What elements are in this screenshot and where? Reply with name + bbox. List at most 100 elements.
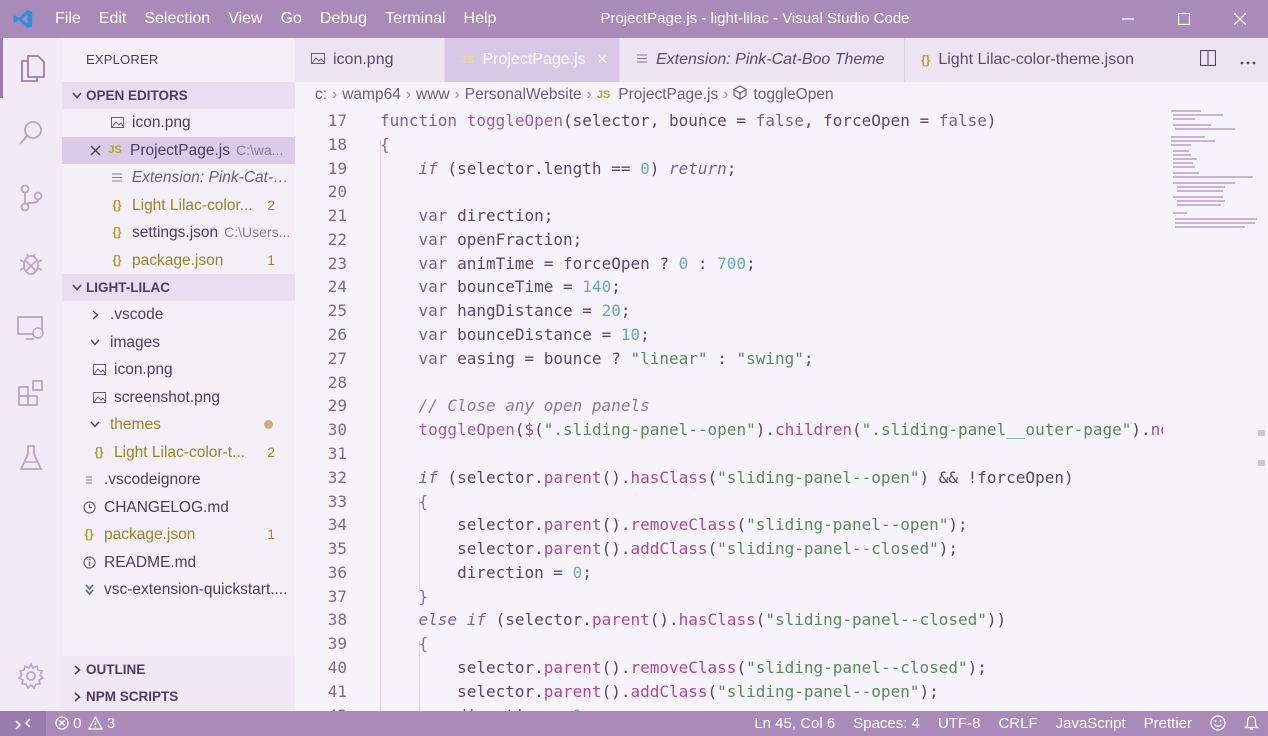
menu-terminal[interactable]: Terminal xyxy=(376,0,454,38)
tree-file[interactable]: .vscodeignore xyxy=(62,466,295,494)
npm-scripts-header[interactable]: NPM SCRIPTS xyxy=(62,683,295,710)
code-line: 42 direction = 1; xyxy=(295,704,1163,711)
code-line: 25 var hangDistance = 20; xyxy=(327,301,631,320)
tree-file[interactable]: vsc-extension-quickstart.... xyxy=(62,576,295,604)
open-editor-item[interactable]: {} Light Lilac-color... 2 xyxy=(62,192,295,220)
menu-go[interactable]: Go xyxy=(272,0,311,38)
search-icon[interactable] xyxy=(0,103,62,163)
problems-indicator[interactable]: 0 3 xyxy=(46,711,124,736)
tree-label: icon.png xyxy=(114,361,173,378)
cursor-position[interactable]: Ln 45, Col 6 xyxy=(745,711,844,736)
open-editor-item[interactable]: {} settings.json C:\Users... xyxy=(62,219,295,247)
file-path-desc: C:\wa... xyxy=(235,141,284,158)
settings-gear-icon[interactable] xyxy=(0,646,62,706)
code-line: 30 toggleOpen($(".sliding-panel--open").… xyxy=(327,420,1163,439)
json-file-icon: {} xyxy=(94,444,104,459)
source-control-icon[interactable] xyxy=(0,168,62,228)
problem-count-badge: 2 xyxy=(267,196,275,213)
close-tab-icon[interactable]: × xyxy=(598,51,607,69)
problem-count-badge: 2 xyxy=(267,443,275,460)
json-file-icon: {} xyxy=(84,527,94,541)
image-file-icon xyxy=(90,391,108,403)
menu-edit[interactable]: Edit xyxy=(90,0,136,38)
open-editor-item[interactable]: JS ProjectPage.js C:\wa... xyxy=(62,136,295,164)
indentation[interactable]: Spaces: 4 xyxy=(844,711,929,736)
tree-folder[interactable]: .vscode xyxy=(62,301,295,329)
testing-flask-icon[interactable] xyxy=(0,428,62,488)
tab-color-theme-json[interactable]: {} Light Lilac-color-theme.json xyxy=(905,38,1165,82)
breadcrumb-item[interactable]: ProjectPage.js xyxy=(618,86,718,104)
menu-selection[interactable]: Selection xyxy=(135,0,219,38)
problem-count-badge: 1 xyxy=(267,526,275,542)
vertical-scrollbar[interactable] xyxy=(1255,108,1268,711)
feedback-smiley-icon[interactable] xyxy=(1201,711,1235,736)
explorer-icon[interactable] xyxy=(0,38,62,98)
json-file-icon: {} xyxy=(112,252,122,267)
code-line: 21 var direction; xyxy=(327,206,554,225)
breadcrumb-item[interactable]: toggleOpen xyxy=(753,86,833,104)
open-editor-item[interactable]: Extension: Pink-Cat-B... xyxy=(62,164,295,192)
close-window-button[interactable] xyxy=(1212,0,1268,38)
tree-label: themes xyxy=(110,416,161,433)
maximize-button[interactable] xyxy=(1156,0,1212,38)
split-editor-icon[interactable] xyxy=(1188,49,1228,70)
js-file-icon: JS xyxy=(461,54,475,66)
breadcrumb-item[interactable]: www xyxy=(416,86,450,104)
menu-help[interactable]: Help xyxy=(455,0,506,38)
folder-header[interactable]: LIGHT-LILAC xyxy=(62,274,295,301)
notifications-bell-icon[interactable] xyxy=(1235,711,1268,736)
tree-file[interactable]: {} package.json 1 xyxy=(62,521,295,549)
chevron-down-icon xyxy=(86,339,104,346)
menu-view[interactable]: View xyxy=(219,0,271,38)
explorer-sidebar: EXPLORER OPEN EDITORS icon.png JS Projec… xyxy=(62,38,295,711)
tree-file[interactable]: screenshot.png xyxy=(62,384,295,412)
tab-label: ProjectPage.js xyxy=(482,51,586,68)
file-label: ProjectPage.js xyxy=(130,141,230,159)
formatter[interactable]: Prettier xyxy=(1135,711,1201,736)
tab-projectpage-js[interactable]: JS ProjectPage.js × xyxy=(445,38,620,82)
debug-icon[interactable] xyxy=(0,233,62,293)
tree-file[interactable]: CHANGELOG.md xyxy=(62,494,295,522)
tree-folder[interactable]: themes xyxy=(62,411,295,439)
tree-file[interactable]: icon.png xyxy=(62,356,295,384)
close-icon[interactable] xyxy=(88,145,102,156)
tree-file[interactable]: README.md xyxy=(62,549,295,577)
outline-header[interactable]: OUTLINE xyxy=(62,656,295,683)
breadcrumb-item[interactable]: c: xyxy=(315,86,327,104)
remote-indicator-icon[interactable] xyxy=(0,711,46,736)
tree-folder[interactable]: images xyxy=(62,329,295,357)
json-file-icon: {} xyxy=(112,225,122,239)
tree-label: README.md xyxy=(104,553,197,571)
chevron-down-icon xyxy=(68,92,86,99)
menu-debug[interactable]: Debug xyxy=(311,0,376,38)
code-line: 34 selector.parent().removeClass("slidin… xyxy=(327,515,968,534)
chevron-right-icon: › xyxy=(332,86,338,103)
line-ending[interactable]: CRLF xyxy=(989,711,1046,736)
tree-label: vsc-extension-quickstart.... xyxy=(104,581,288,598)
minimize-button[interactable] xyxy=(1100,0,1156,38)
code-line: 37 } xyxy=(327,587,429,606)
remote-explorer-icon[interactable] xyxy=(0,298,62,358)
breadcrumb-item[interactable]: wamp64 xyxy=(342,86,401,104)
open-editor-item[interactable]: icon.png xyxy=(62,109,295,137)
code-editor[interactable]: 17 function toggleOpen(selector, bounce =… xyxy=(295,108,1163,711)
tab-label: icon.png xyxy=(333,51,394,68)
extensions-icon[interactable] xyxy=(0,363,62,423)
menu-file[interactable]: File xyxy=(46,0,90,38)
tree-label: .vscodeignore xyxy=(104,471,201,488)
encoding[interactable]: UTF-8 xyxy=(929,711,990,736)
open-editors-header[interactable]: OPEN EDITORS xyxy=(62,82,295,109)
code-line: 27 var easing = bounce ? "linear" : "swi… xyxy=(327,349,814,368)
tab-icon-png[interactable]: icon.png xyxy=(295,38,445,82)
tree-file[interactable]: {} Light Lilac-color-t... 2 xyxy=(62,439,295,467)
breadcrumb: c: › wamp64 › www › PersonalWebsite › JS… xyxy=(295,82,1268,108)
language-mode[interactable]: JavaScript xyxy=(1047,711,1135,736)
minimap[interactable] xyxy=(1165,108,1257,238)
open-editor-item[interactable]: {} package.json 1 xyxy=(62,247,295,275)
extension-preview-icon xyxy=(636,53,648,67)
code-line: 35 selector.parent().addClass("sliding-p… xyxy=(327,539,958,558)
breadcrumb-item[interactable]: PersonalWebsite xyxy=(465,86,582,104)
tab-extension-preview[interactable]: Extension: Pink-Cat-Boo Theme xyxy=(620,38,905,82)
code-line: 20 xyxy=(327,182,347,201)
more-actions-icon[interactable] xyxy=(1228,52,1268,69)
